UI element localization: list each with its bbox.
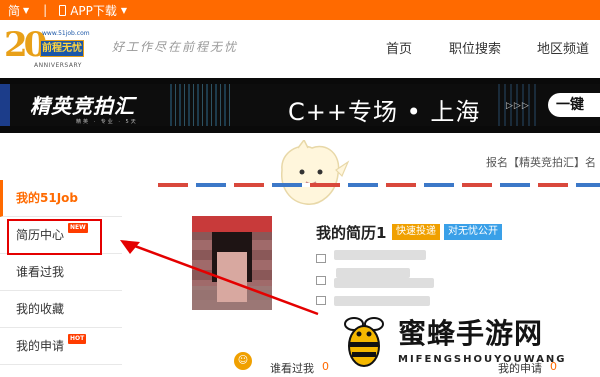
logo-badge: 前程无忧	[40, 40, 84, 57]
sidebar-item-label: 我的申请	[16, 339, 65, 353]
banner-cta-button[interactable]: 一键	[548, 93, 600, 117]
language-switcher[interactable]: 简 ▼	[8, 2, 29, 19]
viewed-me-label[interactable]: 谁看过我	[270, 360, 314, 376]
open-to-all-badge[interactable]: 对无忧公开	[444, 224, 502, 240]
promo-banner[interactable]: 精英竞拍汇 精英 · 专业 · 5天 C++专场 • 上海 ▷▷▷ 一键	[0, 78, 600, 133]
bee-logo-icon	[344, 317, 384, 367]
app-download-label: APP下载	[70, 3, 117, 18]
logo-anniversary-number: 20	[4, 25, 47, 65]
resume-center-highlight	[7, 219, 102, 255]
arrow-right-icon: ▷▷▷	[506, 101, 530, 111]
redacted-info	[336, 268, 410, 278]
divider: |	[43, 3, 48, 17]
eye-icon: ☺	[234, 352, 252, 370]
chevron-down-icon: ▼	[23, 5, 30, 15]
banner-brand-subtitle: 精英 · 专业 · 5天	[76, 119, 138, 125]
phone-icon	[59, 4, 67, 16]
quick-apply-badge[interactable]: 快速投递	[392, 224, 440, 240]
chevron-down-icon: ▼	[120, 5, 128, 15]
sidebar-item-label: 我的收藏	[16, 302, 65, 316]
annotation-arrow	[120, 240, 319, 316]
language-label: 简	[8, 3, 21, 18]
account-sidebar: 我的51Job 简历中心 NEW 谁看过我 我的收藏 我的申请 HOT	[0, 180, 122, 365]
airmail-divider	[158, 183, 600, 187]
logo-anniversary-text: ANNIVERSARY	[34, 62, 82, 69]
sidebar-item-who-viewed-me[interactable]: 谁看过我	[0, 254, 122, 291]
viewed-me-count[interactable]: 0	[322, 360, 329, 373]
sidebar-item-my-applications[interactable]: 我的申请 HOT	[0, 328, 122, 365]
banner-title: C++专场 • 上海	[288, 98, 481, 126]
sidebar-header-my51job[interactable]: 我的51Job	[0, 180, 122, 217]
banner-brand: 精英竞拍汇	[30, 94, 135, 118]
redacted-info	[334, 250, 426, 260]
watermark-subtext: MIFENGSHOUYOUWANG	[398, 354, 567, 365]
watermark-text: 蜜蜂手游网	[398, 317, 544, 350]
logo-url: www.51job.com	[42, 30, 90, 37]
nav-region-channel[interactable]: 地区频道	[537, 38, 589, 57]
nav-job-search[interactable]: 职位搜索	[449, 38, 501, 57]
sidebar-item-my-favorites[interactable]: 我的收藏	[0, 291, 122, 328]
nav-home[interactable]: 首页	[386, 38, 412, 57]
app-download-link[interactable]: APP下载 ▼	[59, 2, 127, 19]
site-logo[interactable]: 20 www.51job.com 前程无忧 ANNIVERSARY	[4, 26, 114, 72]
slogan: 好工作尽在前程无忧	[112, 40, 239, 54]
watermark: 蜜蜂手游网 MIFENGSHOUYOUWANG	[332, 306, 600, 377]
hot-badge: HOT	[68, 334, 87, 344]
sidebar-item-label: 谁看过我	[16, 265, 65, 279]
mascot-illustration	[281, 140, 350, 205]
activity-notice[interactable]: 报名【精英竞拍汇】名	[486, 154, 596, 170]
banner-pattern	[170, 84, 230, 126]
redacted-info	[334, 278, 434, 288]
redacted-info	[334, 296, 430, 306]
site-header: 20 www.51job.com 前程无忧 ANNIVERSARY 好工作尽在前…	[0, 20, 600, 75]
top-bar: 简 ▼ | APP下载 ▼	[0, 0, 600, 20]
